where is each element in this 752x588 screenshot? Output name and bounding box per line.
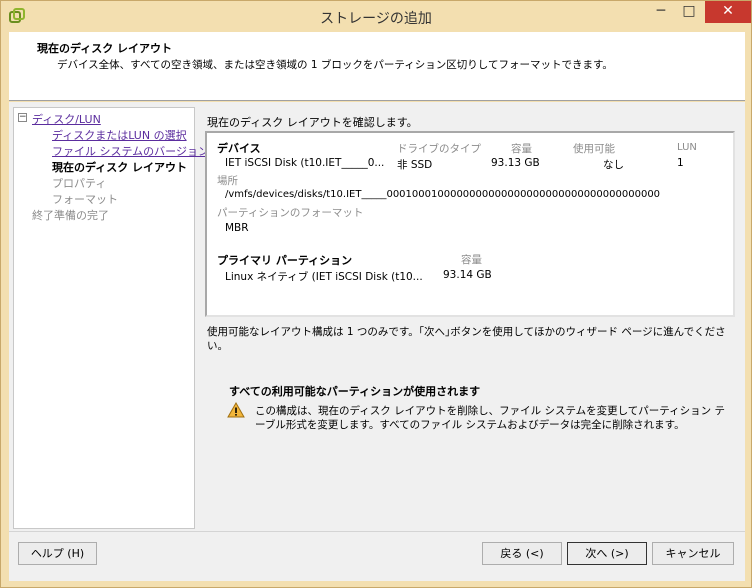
lun-header: LUN [677, 142, 697, 153]
capacity-header: 容量 [511, 143, 532, 155]
available-header: 使用可能 [573, 143, 615, 155]
minimize-button[interactable]: ─ [647, 1, 675, 23]
warning-text: この構成は、現在のディスク レイアウトを削除し、ファイル システムを変更してパー… [255, 405, 726, 431]
partition-capacity-header: 容量 [461, 254, 482, 266]
partition-capacity: 93.14 GB [443, 269, 492, 281]
location-label: 場所 [217, 175, 238, 187]
help-button[interactable]: ヘルプ (H) [18, 542, 97, 565]
close-button[interactable]: ✕ [705, 1, 751, 23]
partition-name: Linux ネイティブ (IET iSCSI Disk (t10... [225, 271, 423, 283]
partition-format-value: MBR [225, 222, 249, 234]
header-description: デバイス全体、すべての空き領域、または空き領域の 1 ブロックをパーティション区… [57, 59, 613, 71]
disk-layout-box: デバイス ドライブのタイプ 容量 使用可能 LUN IET iSCSI Disk… [205, 131, 735, 317]
device-drive-type: 非 SSD [397, 159, 433, 171]
collapse-toggle-icon[interactable]: − [18, 113, 27, 122]
device-capacity: 93.13 GB [491, 157, 540, 169]
wizard-footer: ヘルプ (H) 戻る (<) 次へ (>) キャンセル [9, 531, 745, 581]
drive-type-header: ドライブのタイプ [397, 143, 481, 155]
wizard-header: 現在のディスク レイアウト デバイス全体、すべての空き領域、または空き領域の 1… [9, 32, 745, 101]
device-location: /vmfs/devices/disks/t10.IET_____00010001… [225, 189, 661, 200]
maximize-button[interactable]: □ [675, 1, 703, 23]
wizard-content: − ディスク/LUN ディスクまたはLUN の選択 ファイル システムのバージョ… [9, 102, 745, 531]
sidebar-item-properties: プロパティ [52, 177, 107, 190]
sidebar-item-ready-to-complete: 終了準備の完了 [32, 209, 109, 222]
device-name: IET iSCSI Disk (t10.IET_____0... [225, 157, 385, 169]
cancel-button[interactable]: キャンセル [652, 542, 734, 565]
sidebar-item-format: フォーマット [52, 193, 118, 206]
device-lun: 1 [677, 157, 684, 169]
next-button[interactable]: 次へ (>) [567, 542, 647, 565]
page-heading: 現在のディスク レイアウトを確認します。 [207, 116, 418, 129]
device-available: なし [603, 159, 624, 171]
partition-format-label: パーティションのフォーマット [217, 207, 364, 219]
sidebar-item-current-layout: 現在のディスク レイアウト [52, 161, 188, 174]
sidebar-item-disk-lun[interactable]: ディスク/LUN [32, 111, 101, 127]
wizard-steps-sidebar: − ディスク/LUN ディスクまたはLUN の選択 ファイル システムのバージョ… [13, 107, 209, 529]
device-section-label: デバイス [217, 142, 261, 155]
back-button[interactable]: 戻る (<) [482, 542, 562, 565]
header-title: 現在のディスク レイアウト [37, 42, 173, 55]
warning-icon [227, 402, 245, 418]
sidebar-item-select-disk[interactable]: ディスクまたはLUN の選択 [52, 127, 187, 143]
main-panel: 現在のディスク レイアウトを確認します。 デバイス ドライブのタイプ 容量 使用… [195, 107, 745, 531]
window-title: ストレージの追加 [320, 11, 432, 27]
wizard-window: ストレージの追加 ─ □ ✕ 現在のディスク レイアウト デバイス全体、すべての… [0, 0, 752, 588]
sidebar-item-fs-version[interactable]: ファイル システムのバージョン [52, 143, 209, 159]
primary-partition-label: プライマリ パーティション [217, 254, 353, 267]
warning-title: すべての利用可能なパーティションが使用されます [229, 385, 481, 398]
availability-note: 使用可能なレイアウト構成は 1 つのみです。｢次へ｣ボタンを使用してほかのウィザ… [207, 326, 726, 352]
title-bar: ストレージの追加 ─ □ ✕ [1, 1, 751, 32]
